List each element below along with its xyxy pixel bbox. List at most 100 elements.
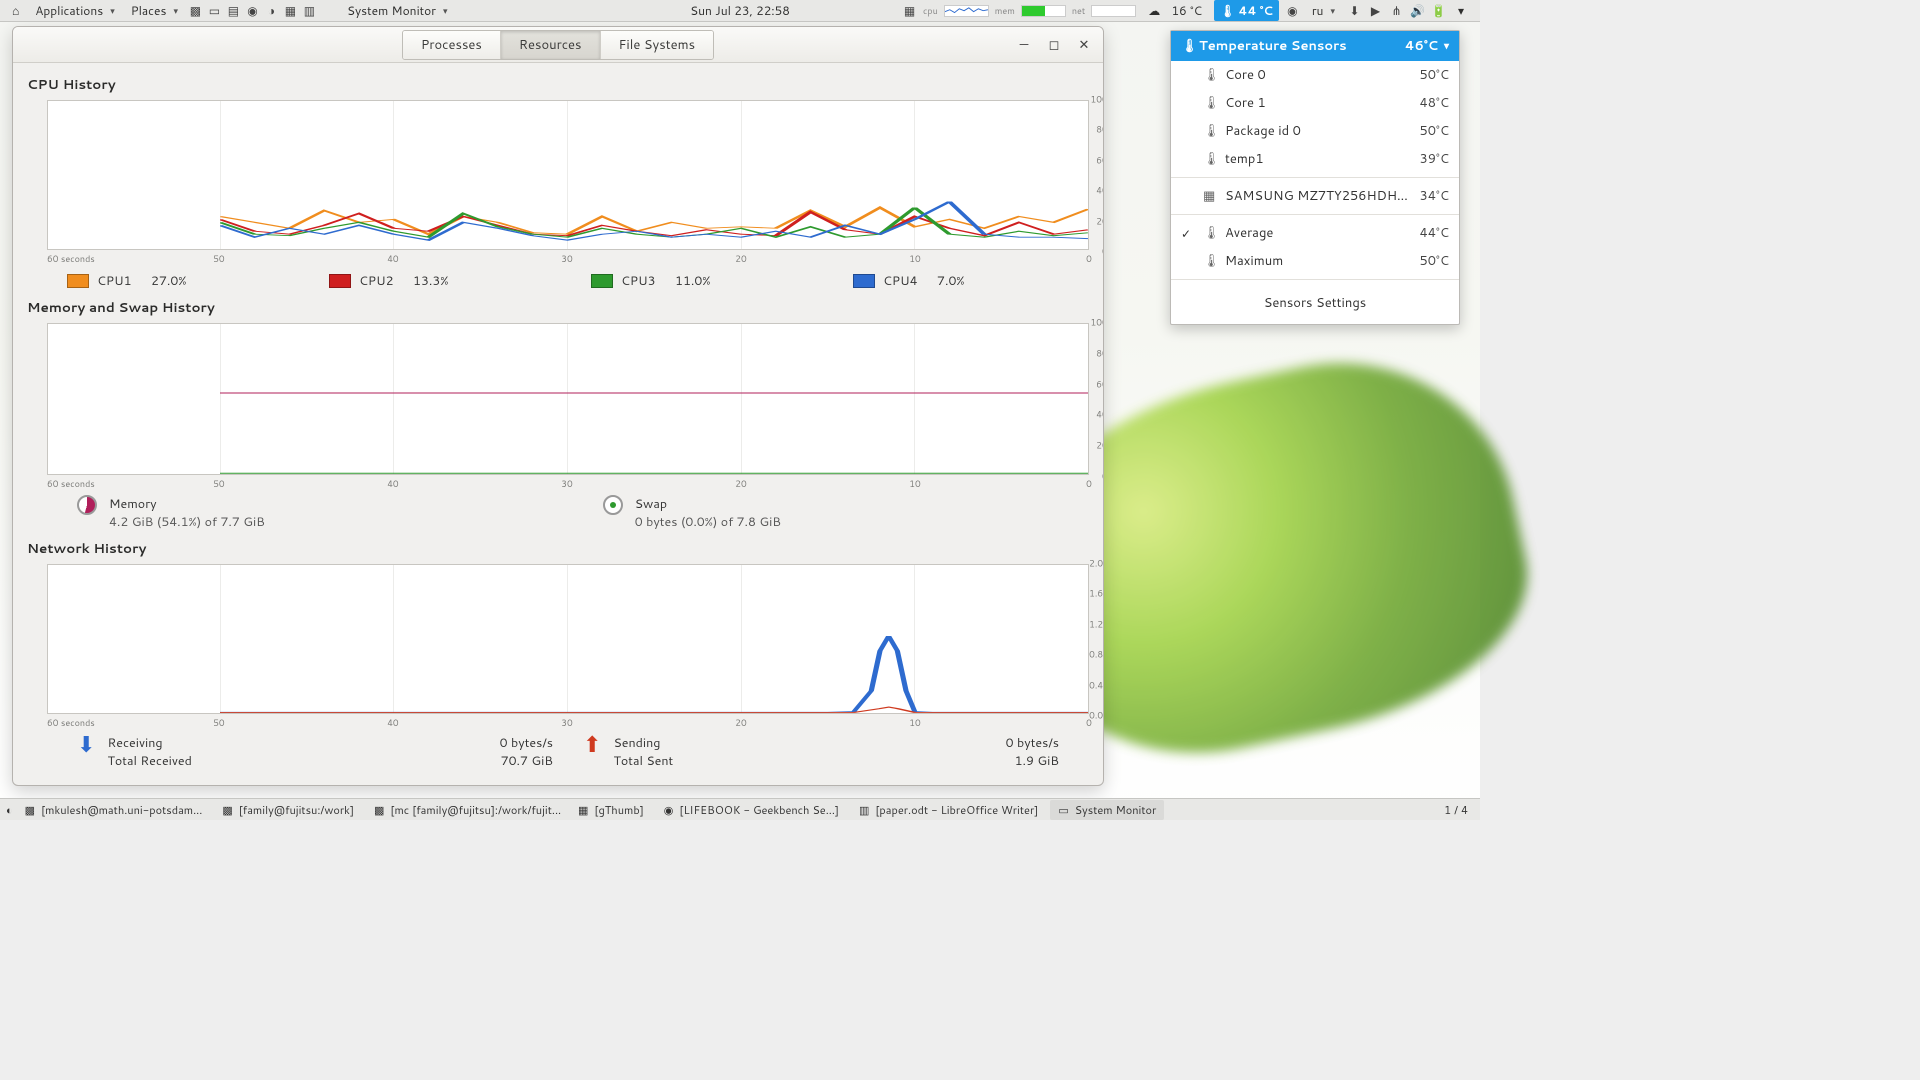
send-label: Sending <box>613 734 660 752</box>
libreoffice-icon: ▥ <box>859 802 869 818</box>
sensor-row-package[interactable]: 🌡Package id 050°C <box>1171 117 1459 145</box>
clock[interactable]: Sun Jul 23, 22:58 <box>690 2 790 19</box>
memory-pie-icon[interactable] <box>77 495 97 515</box>
memory-y-axis: 100 %80 %60 %40 %20 %0 % <box>1090 322 1104 476</box>
bottom-taskbar: ◐ ▩[mkulesh@math.uni-potsdam... ▩[family… <box>0 798 1480 820</box>
network-chart: 2.0 MiB/s1.6 MiB/s1.2 MiB/s0.8 MiB/s0.4 … <box>47 564 1089 714</box>
gthumb-icon[interactable]: ▦ <box>283 3 298 18</box>
user-menu-chevron-icon[interactable]: ▾ <box>1452 0 1470 21</box>
task-chrome[interactable]: ◉[LIFEBOOK - Geekbench Se...] <box>656 800 847 820</box>
disk-icon: ▦ <box>1203 187 1215 205</box>
menu-applications[interactable]: Applications <box>29 0 120 21</box>
thermometer-icon: 🌡 <box>1181 37 1193 55</box>
workspace-pager[interactable]: 1 / 4 <box>1438 800 1474 820</box>
chevron-down-icon: ▾ <box>1444 39 1449 53</box>
legend-cpu2[interactable]: CPU2 13.3% <box>329 272 561 290</box>
task-terminal-1[interactable]: ▩[mkulesh@math.uni-potsdam... <box>17 800 211 820</box>
sensors-settings-link[interactable]: Sensors Settings <box>1171 284 1459 324</box>
keyboard-layout[interactable]: ru <box>1306 0 1341 21</box>
tab-resources[interactable]: Resources <box>501 31 601 59</box>
swap-value: 0 bytes (0.0%) of 7.8 GiB <box>635 513 781 531</box>
play-icon[interactable]: ▶ <box>1368 3 1383 18</box>
cpu-section-title: CPU History <box>27 75 1089 94</box>
recv-label: Receiving <box>107 734 162 752</box>
firefox-icon[interactable]: ◑ <box>264 3 279 18</box>
cloud-icon: ☁ <box>1148 2 1160 19</box>
show-desktop-icon[interactable]: ◐ <box>6 802 13 818</box>
cpu-y-axis: 100 %80 %60 %40 %20 %0 % <box>1090 99 1104 251</box>
recv-total: 70.7 GiB <box>501 752 553 770</box>
sensors-header[interactable]: 🌡 Temperature Sensors 46°C ▾ <box>1171 31 1459 61</box>
send-total: 1.9 GiB <box>1015 752 1059 770</box>
terminal-icon: ▩ <box>222 802 232 818</box>
editor-icon[interactable]: ▤ <box>226 3 241 18</box>
memory-section-title: Memory and Swap History <box>27 298 1089 317</box>
legend-cpu3[interactable]: CPU3 11.0% <box>591 272 823 290</box>
memory-value: 4.2 GiB (54.1%) of 7.7 GiB <box>109 513 265 531</box>
download-arrow-icon: ⬇ <box>77 734 95 756</box>
libreoffice-icon[interactable]: ▥ <box>302 3 317 18</box>
sensor-row-core0[interactable]: 🌡Core 050°C <box>1171 61 1459 89</box>
app-menu[interactable]: System Monitor <box>341 0 454 21</box>
mem-mini-graph[interactable] <box>1021 5 1066 17</box>
task-gthumb[interactable]: ▦[gThumb] <box>570 800 652 820</box>
memory-x-axis: 60 seconds50403020100 <box>47 477 1089 489</box>
sensor-row-disk[interactable]: ▦SAMSUNG MZ7TY256HDHP-0000734°C <box>1171 182 1459 210</box>
minimize-button[interactable]: — <box>1013 34 1035 56</box>
menu-places[interactable]: Places <box>125 0 184 21</box>
temp-indicator[interactable]: 🌡 44 °C <box>1214 0 1279 21</box>
legend-cpu1[interactable]: CPU1 27.0% <box>67 272 299 290</box>
home-icon[interactable]: ⌂ <box>6 0 25 21</box>
thermometer-icon: 🌡 <box>1203 150 1215 168</box>
net-mini-label: net <box>1072 4 1085 17</box>
task-mc[interactable]: ▩[mc [family@fujitsu]:/work/fujit... <box>366 800 566 820</box>
memory-label: Memory <box>109 495 265 513</box>
weather-indicator[interactable]: ☁ 16 °C <box>1142 0 1208 21</box>
legend-cpu4[interactable]: CPU4 7.0% <box>853 272 1085 290</box>
thermometer-icon: 🌡 <box>1203 94 1215 112</box>
sysmon-icon[interactable]: ▭ <box>207 3 222 18</box>
tab-processes[interactable]: Processes <box>403 31 501 59</box>
sensor-row-temp1[interactable]: 🌡temp139°C <box>1171 145 1459 173</box>
thermometer-icon: 🌡 <box>1203 66 1215 84</box>
upload-arrow-icon: ⬆ <box>583 734 601 756</box>
thermometer-icon: 🌡 <box>1203 122 1215 140</box>
network-x-axis: 60 seconds50403020100 <box>47 716 1089 728</box>
workspace-icon[interactable]: ▦ <box>902 3 917 18</box>
swap-pie-icon[interactable] <box>603 495 623 515</box>
memory-chart: 100 %80 %60 %40 %20 %0 % <box>47 323 1089 475</box>
chrome-icon: ◉ <box>664 802 674 818</box>
cpu-x-axis: 60 seconds50403020100 <box>47 252 1089 264</box>
mem-mini-label: mem <box>995 4 1015 17</box>
task-libreoffice[interactable]: ▥[paper.odt - LibreOffice Writer] <box>851 800 1046 820</box>
temperature-sensors-popup: 🌡 Temperature Sensors 46°C ▾ 🌡Core 050°C… <box>1170 30 1460 325</box>
task-terminal-2[interactable]: ▩[family@fujitsu:/work] <box>214 800 362 820</box>
check-icon: ✓ <box>1181 225 1193 242</box>
sensor-row-average[interactable]: ✓🌡Average44°C <box>1171 219 1459 247</box>
sysmon-icon: ▭ <box>1058 802 1068 818</box>
volume-icon[interactable]: 🔊 <box>1410 3 1425 18</box>
terminal-icon[interactable]: ▩ <box>188 3 203 18</box>
network-y-axis: 2.0 MiB/s1.6 MiB/s1.2 MiB/s0.8 MiB/s0.4 … <box>1090 563 1104 715</box>
task-system-monitor[interactable]: ▭System Monitor <box>1050 800 1164 820</box>
recv-total-label: Total Received <box>107 752 191 770</box>
chrome-icon[interactable]: ◉ <box>245 3 260 18</box>
tab-filesystems[interactable]: File Systems <box>601 31 714 59</box>
network-section-title: Network History <box>27 539 1089 558</box>
thermometer-icon: 🌡 <box>1203 224 1215 242</box>
sensor-row-core1[interactable]: 🌡Core 148°C <box>1171 89 1459 117</box>
close-button[interactable]: ✕ <box>1073 34 1095 56</box>
top-menubar: ⌂ Applications Places ▩ ▭ ▤ ◉ ◑ ▦ ▥ Syst… <box>0 0 1480 22</box>
sensor-row-maximum[interactable]: 🌡Maximum50°C <box>1171 247 1459 275</box>
maximize-button[interactable]: ◻ <box>1043 34 1065 56</box>
thermometer-icon: 🌡 <box>1203 252 1215 270</box>
network-icon[interactable]: ⋔ <box>1389 3 1404 18</box>
terminal-icon: ▩ <box>374 802 384 818</box>
net-mini-graph[interactable] <box>1091 5 1136 17</box>
battery-icon[interactable]: 🔋 <box>1431 3 1446 18</box>
swap-label: Swap <box>635 495 781 513</box>
updates-icon[interactable]: ⬇ <box>1347 3 1362 18</box>
accessibility-icon[interactable]: ◉ <box>1285 3 1300 18</box>
cpu-mini-graph[interactable] <box>944 5 989 17</box>
send-total-label: Total Sent <box>613 752 673 770</box>
